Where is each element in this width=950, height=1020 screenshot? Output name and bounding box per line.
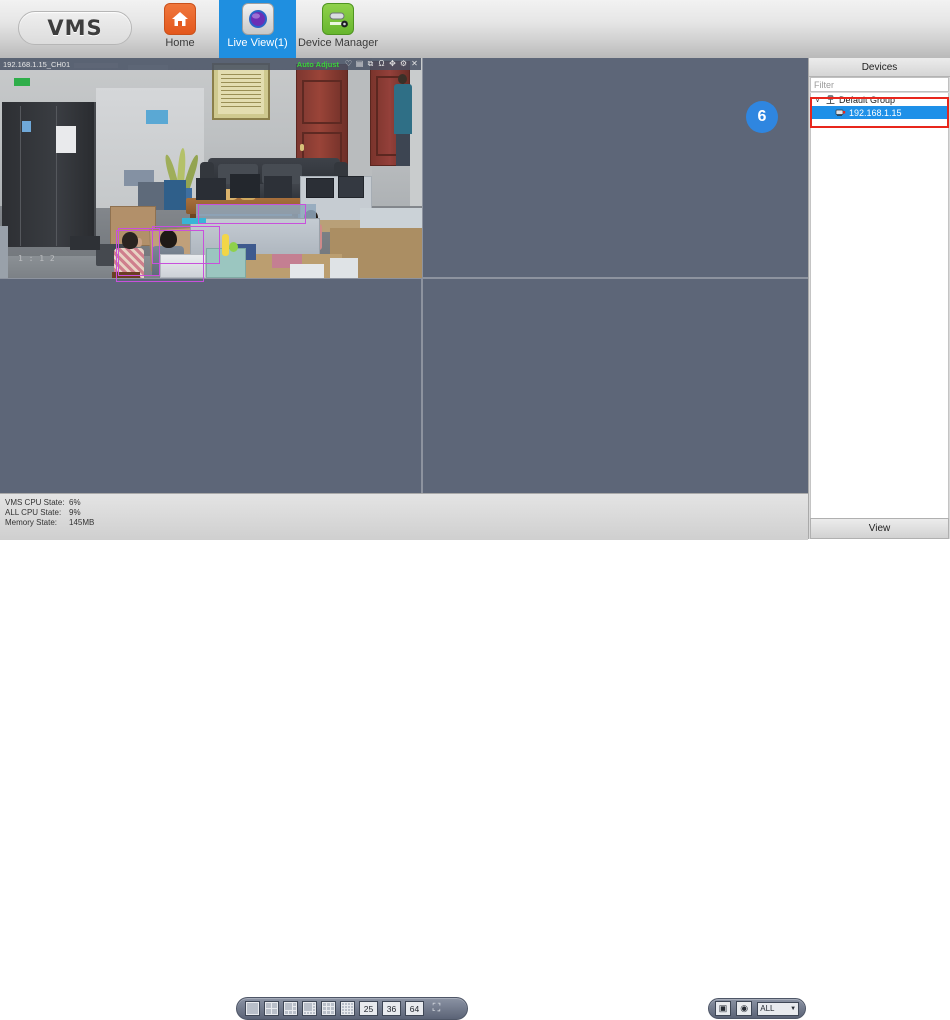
nav-tab-live-view-label: Live View(1)	[227, 37, 287, 49]
video-channel-title: 192.168.1.15_CH01	[0, 60, 70, 69]
tree-node-default-group[interactable]: ∨ Default Group	[811, 93, 948, 106]
layout-selector-toolbar: 25 36 64 ⛶	[236, 997, 468, 1020]
capture-icon[interactable]: ◉	[736, 1001, 752, 1016]
layout-split-6-button[interactable]	[283, 1001, 298, 1016]
alarm-icon[interactable]: ♡	[344, 60, 353, 69]
settings-icon[interactable]: ⚙	[399, 60, 408, 69]
tree-node-device-192-168-1-15[interactable]: 192.168.1.15	[811, 106, 948, 119]
nav-tab-home[interactable]: Home	[152, 0, 208, 58]
layout-split-8-button[interactable]	[302, 1001, 317, 1016]
save-icon[interactable]: ▣	[715, 1001, 731, 1016]
channel-select[interactable]: ALL ▼	[757, 1002, 799, 1016]
layout-split-9-button[interactable]	[321, 1001, 336, 1016]
status-label: Memory State:	[5, 518, 69, 528]
ptz-move-icon[interactable]: ✥	[388, 60, 397, 69]
status-info: VMS CPU State: 6% ALL CPU State: 9% Memo…	[5, 498, 94, 528]
record-icon[interactable]: ▤	[355, 60, 364, 69]
vms-application-window: VMS Home Live View(1)	[0, 0, 950, 539]
status-label: ALL CPU State:	[5, 508, 69, 518]
devices-panel-title: Devices	[809, 58, 950, 77]
nav-tab-live-view[interactable]: Live View(1)	[219, 0, 296, 58]
device-filter-placeholder: Filter	[814, 80, 834, 90]
tree-node-label: 192.168.1.15	[849, 108, 902, 118]
nav-tab-device-manager[interactable]: Device Manager	[296, 0, 380, 58]
globe-icon	[242, 3, 274, 35]
device-tree: ∨ Default Group	[810, 93, 949, 533]
group-icon	[825, 94, 836, 105]
auto-adjust-label[interactable]: Auto Adjust	[297, 60, 339, 69]
video-cell-empty-3[interactable]	[0, 278, 422, 493]
video-cell-active[interactable]: 1 : 1 2 192.168.1.15_CH01 Auto Adjust ♡ …	[0, 58, 422, 278]
device-filter-input[interactable]: Filter	[810, 77, 949, 92]
layout-split-4-button[interactable]	[264, 1001, 279, 1016]
fullscreen-icon[interactable]: ⛶	[428, 1001, 445, 1016]
video-cell-toolbar: Auto Adjust ♡ ▤ ⧉ Ω ✥ ⚙ ✕	[297, 60, 421, 69]
record-toolbar: ▣ ◉ ALL ▼	[708, 998, 806, 1019]
layout-split-1-button[interactable]	[245, 1001, 260, 1016]
detection-box	[198, 204, 306, 224]
app-header: VMS Home Live View(1)	[0, 0, 950, 59]
layout-split-25-button[interactable]: 25	[359, 1001, 378, 1016]
snapshot-icon[interactable]: ⧉	[366, 60, 375, 69]
tree-node-label: Default Group	[839, 95, 895, 105]
status-row-vms-cpu: VMS CPU State: 6%	[5, 498, 94, 508]
nav-tab-device-manager-label: Device Manager	[298, 37, 378, 49]
status-label: VMS CPU State:	[5, 498, 69, 508]
layout-split-16-button[interactable]	[340, 1001, 355, 1016]
status-value: 9%	[69, 508, 81, 518]
channel-select-value: ALL	[760, 1004, 774, 1013]
status-row-memory: Memory State: 145MB	[5, 518, 94, 528]
video-timestamp-overlay: 1 : 1 2	[18, 254, 55, 263]
bottom-toolbar: VMS CPU State: 6% ALL CPU State: 9% Memo…	[0, 493, 808, 540]
detection-box	[116, 230, 204, 282]
devices-panel: Devices Filter ∨ Default Group	[808, 58, 950, 539]
chevron-down-icon: ▼	[790, 1006, 796, 1012]
device-icon	[322, 3, 354, 35]
video-cell-titlebar: 192.168.1.15_CH01 Auto Adjust ♡ ▤ ⧉ Ω ✥ …	[0, 58, 421, 70]
layout-split-64-button[interactable]: 64	[405, 1001, 424, 1016]
status-value: 145MB	[69, 518, 94, 528]
video-cell-empty-4[interactable]	[422, 278, 808, 493]
layout-split-36-button[interactable]: 36	[382, 1001, 401, 1016]
vms-logo: VMS	[18, 11, 132, 45]
annotation-step-badge: 6	[746, 101, 778, 133]
status-row-all-cpu: ALL CPU State: 9%	[5, 508, 94, 518]
status-value: 6%	[69, 498, 81, 508]
audio-icon[interactable]: Ω	[377, 60, 386, 69]
nav-tab-home-label: Home	[165, 37, 194, 49]
house-icon	[164, 3, 196, 35]
camera-device-icon	[835, 107, 846, 118]
chevron-down-icon[interactable]: ∨	[815, 96, 822, 104]
video-cell-empty-2[interactable]	[422, 58, 808, 278]
video-grid: 1 : 1 2 192.168.1.15_CH01 Auto Adjust ♡ …	[0, 58, 808, 493]
close-icon[interactable]: ✕	[410, 60, 419, 69]
view-button[interactable]: View	[810, 518, 949, 539]
